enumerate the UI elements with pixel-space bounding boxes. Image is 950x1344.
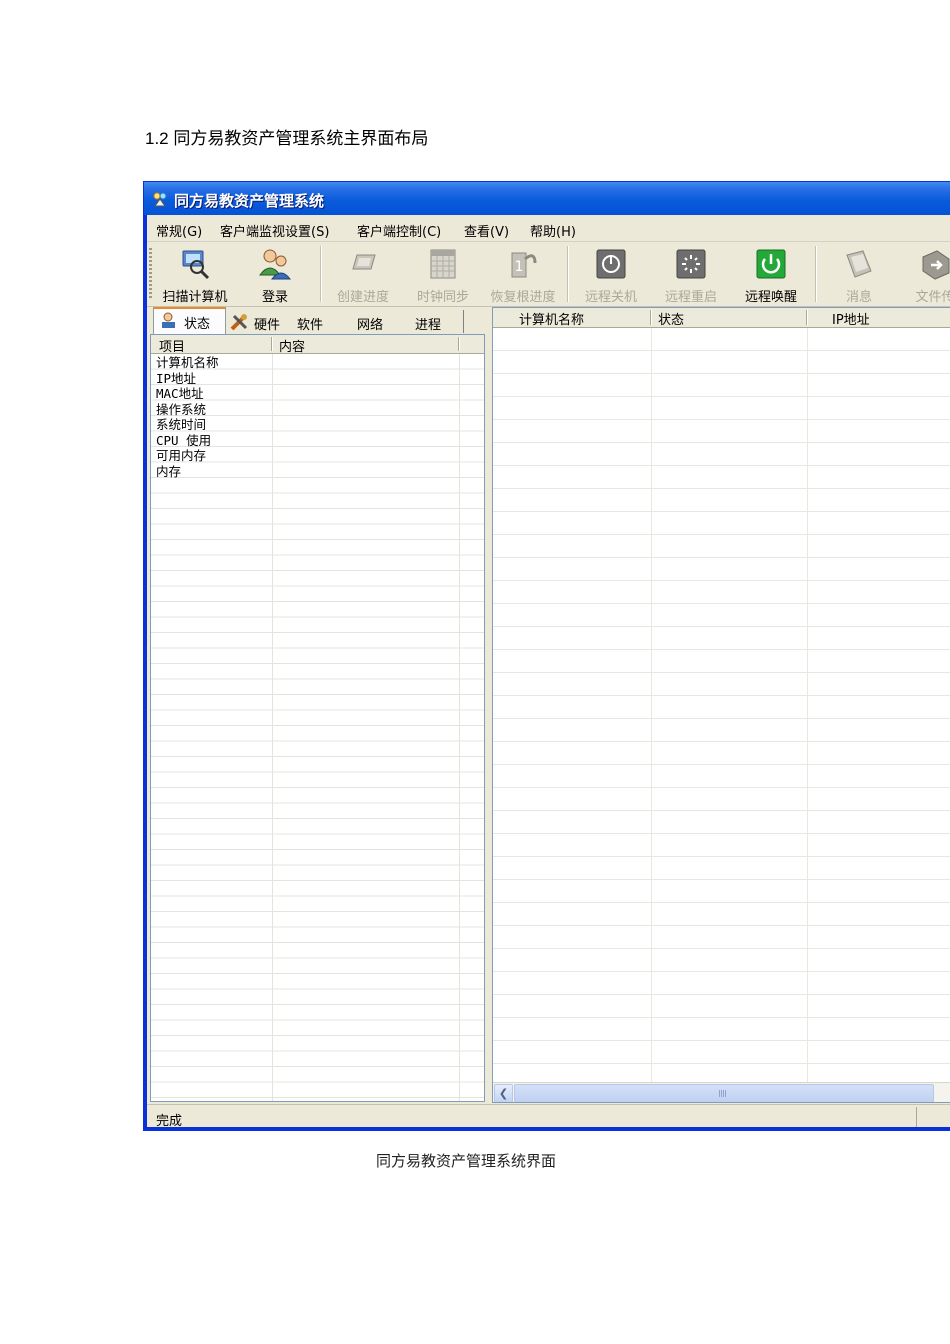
tab-status-label: 状态 — [184, 317, 211, 332]
create-progress-label: 创建进度 — [336, 290, 389, 305]
computer-list-view[interactable]: 计算机名称 状态 IP地址 ❮ — [492, 307, 950, 1103]
row-available-memory[interactable]: 可用内存 — [156, 448, 206, 464]
title-bar[interactable]: 同方易教资产管理系统 — [144, 182, 950, 215]
column-divider[interactable] — [806, 310, 808, 325]
column-divider[interactable] — [271, 337, 273, 351]
tab-network[interactable]: 网络 — [347, 310, 406, 333]
row-computer-name[interactable]: 计算机名称 — [156, 355, 219, 371]
menu-general[interactable]: 常规(G) — [156, 221, 202, 240]
grid-line — [807, 328, 808, 1082]
remote-wake-icon — [756, 249, 786, 279]
row-ip-address[interactable]: IP地址 — [156, 371, 196, 387]
column-item[interactable]: 项目 — [159, 336, 185, 355]
toolbar: 扫描计算机 登录 创建进度 时钟同步 1 恢复根进度 远程关机 远程重启 远程唤… — [144, 242, 950, 307]
section-heading: 1.2 同方易教资产管理系统主界面布局 — [145, 129, 429, 148]
svg-text:1: 1 — [515, 259, 524, 275]
remote-shutdown-icon — [596, 249, 626, 279]
file-transfer-icon — [922, 250, 950, 280]
remote-wake-label: 远程唤醒 — [744, 290, 797, 305]
window-border — [144, 1127, 950, 1130]
hardware-tools-icon — [230, 314, 248, 331]
tab-process[interactable]: 进程 — [405, 310, 464, 333]
tab-hardware-label: 硬件 — [254, 318, 281, 333]
clock-sync-label: 时钟同步 — [416, 290, 469, 305]
column-ip-address[interactable]: IP地址 — [832, 309, 870, 328]
status-icon — [162, 312, 175, 328]
remote-shutdown-label: 远程关机 — [584, 290, 637, 305]
chevron-left-icon: ❮ — [498, 1087, 509, 1100]
app-logo-icon — [153, 192, 167, 207]
column-divider[interactable] — [650, 310, 652, 325]
status-list-view[interactable]: 项目 内容 计算机名称 IP地址 MAC地址 操作系统 系统时间 CPU 使用 … — [150, 334, 485, 1102]
detail-tabs: 状态 硬件 软件 网络 进程 — [150, 307, 487, 336]
message-button[interactable]: 消息 — [820, 244, 898, 305]
row-mac-address[interactable]: MAC地址 — [156, 386, 204, 402]
scroll-thumb[interactable] — [514, 1084, 934, 1102]
tab-network-label: 网络 — [357, 318, 384, 333]
computer-rows — [493, 328, 950, 1082]
restore-root-button[interactable]: 1 恢复根进度 — [484, 244, 562, 305]
column-divider[interactable] — [458, 337, 460, 351]
tab-software[interactable]: 软件 — [291, 310, 348, 333]
toolbar-grip[interactable] — [149, 248, 152, 300]
window-title: 同方易教资产管理系统 — [174, 192, 325, 210]
app-window: 同方易教资产管理系统 常规(G) 客户端监视设置(S) 客户端控制(C) 查看(… — [143, 181, 950, 1131]
create-progress-button[interactable]: 创建进度 — [324, 244, 402, 305]
status-list-header: 项目 内容 — [151, 335, 484, 355]
row-memory[interactable]: 内存 — [156, 464, 181, 480]
menu-help[interactable]: 帮助(H) — [530, 221, 576, 240]
scan-computer-label: 扫描计算机 — [162, 290, 228, 305]
users-login-icon — [259, 249, 292, 280]
horizontal-scrollbar[interactable]: ❮ — [493, 1082, 950, 1102]
grid-line — [651, 328, 652, 1082]
scroll-left-button[interactable]: ❮ — [494, 1084, 513, 1102]
remote-restart-label: 远程重启 — [664, 290, 717, 305]
menu-view[interactable]: 查看(V) — [464, 221, 509, 240]
scroll-thumb-grip — [719, 1090, 727, 1097]
remote-restart-icon — [676, 249, 706, 279]
remote-restart-button[interactable]: 远程重启 — [652, 244, 730, 305]
menu-client-monitor-settings[interactable]: 客户端监视设置(S) — [220, 221, 329, 240]
clock-sync-button[interactable]: 时钟同步 — [404, 244, 482, 305]
message-label: 消息 — [845, 290, 872, 305]
tab-status[interactable]: 状态 — [153, 307, 226, 336]
column-status[interactable]: 状态 — [658, 309, 684, 328]
grid-line — [272, 354, 273, 1101]
tab-hardware[interactable]: 硬件 — [226, 310, 292, 333]
toolbar-separator — [320, 246, 322, 302]
file-transfer-label: 文件传 — [915, 290, 950, 305]
figure-caption: 同方易教资产管理系统界面 — [376, 1152, 557, 1170]
window-border — [144, 215, 147, 1130]
status-rows — [151, 354, 484, 1101]
menu-client-control[interactable]: 客户端控制(C) — [357, 221, 441, 240]
column-computer-name[interactable]: 计算机名称 — [519, 309, 584, 328]
row-system-time[interactable]: 系统时间 — [156, 417, 206, 433]
restore-root-label: 恢复根进度 — [490, 290, 556, 305]
message-icon — [846, 250, 872, 278]
tab-software-label: 软件 — [297, 318, 324, 333]
clock-sync-icon — [430, 249, 456, 279]
scan-computer-icon — [182, 250, 210, 280]
toolbar-separator — [815, 246, 817, 302]
detail-panel: 状态 硬件 软件 网络 进程 项目 内容 计算机名称 IP地址 MAC地址 操作… — [150, 307, 487, 1103]
login-label: 登录 — [261, 290, 288, 305]
column-content[interactable]: 内容 — [279, 336, 305, 355]
remote-wake-button[interactable]: 远程唤醒 — [732, 244, 810, 305]
row-cpu-usage[interactable]: CPU 使用 — [156, 433, 211, 449]
menu-bar: 常规(G) 客户端监视设置(S) 客户端控制(C) 查看(V) 帮助(H) — [144, 216, 950, 242]
restore-root-icon: 1 — [511, 252, 537, 278]
create-progress-icon — [352, 254, 376, 270]
tab-process-label: 进程 — [415, 318, 442, 333]
computer-list-header: 计算机名称 状态 IP地址 — [493, 308, 950, 328]
status-pane — [916, 1107, 950, 1127]
toolbar-separator — [567, 246, 569, 302]
file-transfer-button[interactable]: 文件传 — [896, 244, 950, 305]
row-operating-system[interactable]: 操作系统 — [156, 402, 206, 418]
remote-shutdown-button[interactable]: 远程关机 — [572, 244, 650, 305]
login-button[interactable]: 登录 — [236, 244, 314, 305]
scan-computer-button[interactable]: 扫描计算机 — [156, 244, 234, 305]
grid-line — [459, 354, 460, 1101]
